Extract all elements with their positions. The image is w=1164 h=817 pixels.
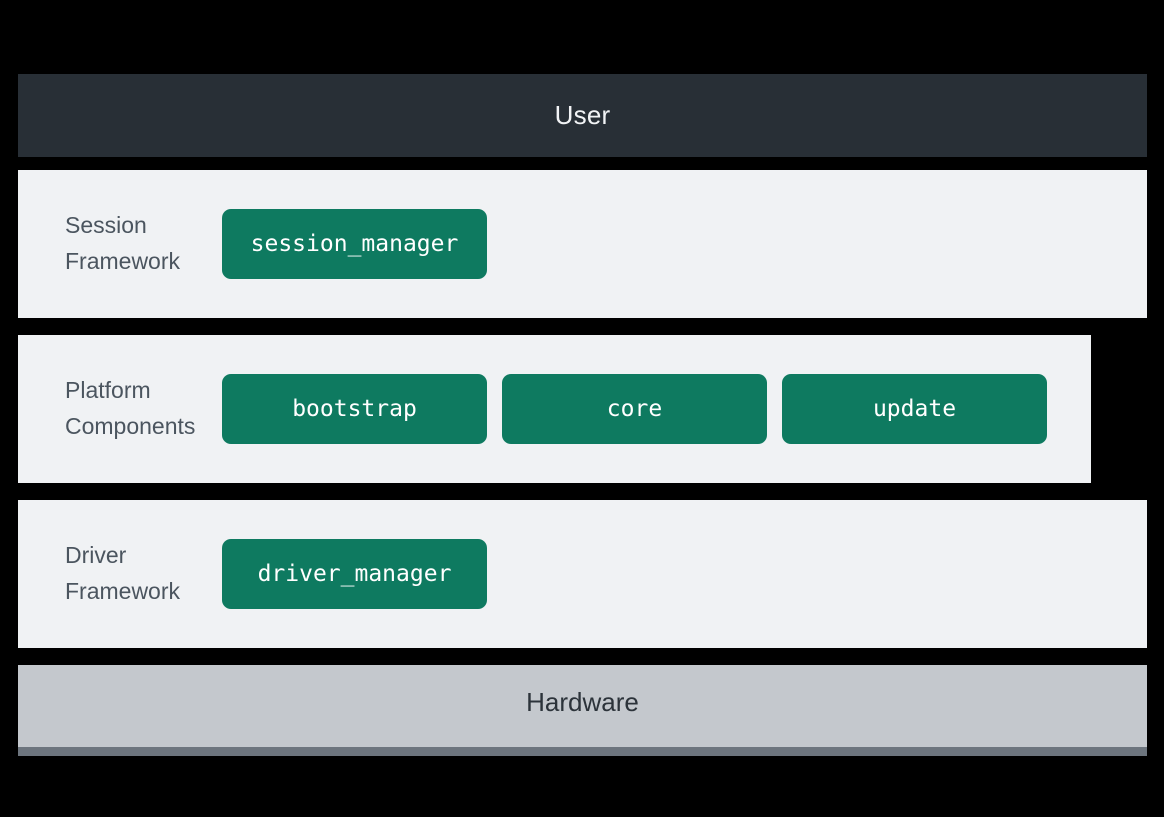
layer-platform-components: Platform Components bootstrap core updat… <box>18 335 1091 483</box>
layer-driver-framework: Driver Framework driver_manager <box>18 500 1147 648</box>
layer-session-framework: Session Framework session_manager <box>18 170 1147 318</box>
layer-label-line-2: Framework <box>65 574 222 610</box>
node-driver-manager[interactable]: driver_manager <box>222 539 487 609</box>
node-group-session-framework: session_manager <box>222 209 1147 279</box>
node-core[interactable]: core <box>502 374 767 444</box>
layer-label-line-2: Framework <box>65 244 222 280</box>
layer-label-session-framework: Session Framework <box>18 208 222 280</box>
user-layer-bar: User <box>18 74 1147 157</box>
hardware-layer-bar: Hardware <box>18 665 1147 756</box>
layer-label-line-1: Driver <box>65 538 222 574</box>
hardware-layer-label: Hardware <box>526 687 639 718</box>
layer-label-platform-components: Platform Components <box>18 373 222 445</box>
layer-label-line-1: Platform <box>65 373 222 409</box>
layer-label-line-1: Session <box>65 208 222 244</box>
stack-diagram: User Session Framework session_manager P… <box>18 74 1147 756</box>
node-update[interactable]: update <box>782 374 1047 444</box>
layer-label-line-2: Components <box>65 409 222 445</box>
layer-label-driver-framework: Driver Framework <box>18 538 222 610</box>
node-session-manager[interactable]: session_manager <box>222 209 487 279</box>
user-layer-label: User <box>555 100 611 131</box>
node-bootstrap[interactable]: bootstrap <box>222 374 487 444</box>
node-group-platform-components: bootstrap core update <box>222 374 1091 444</box>
node-group-driver-framework: driver_manager <box>222 539 1147 609</box>
